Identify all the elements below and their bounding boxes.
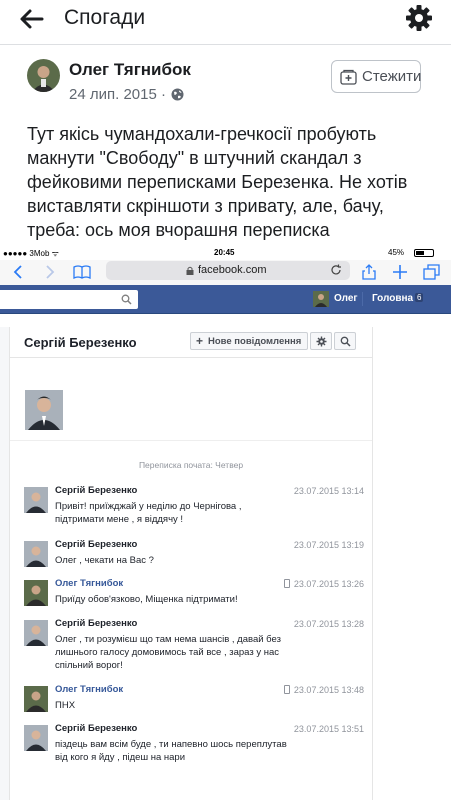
message-line: Привіт! приїжджай у неділю до Чернігова … bbox=[55, 501, 242, 512]
message-time-text: 23.07.2015 13:26 bbox=[293, 579, 364, 589]
message-line: підтримати мене , я віддячу ! bbox=[55, 514, 184, 525]
reload-icon[interactable] bbox=[330, 264, 342, 276]
contact-avatar[interactable] bbox=[25, 390, 63, 430]
sender-name[interactable]: Олег Тягнибок bbox=[55, 578, 123, 589]
new-tab-icon[interactable] bbox=[391, 264, 409, 280]
post-text-line: макнути "Свободу" в штучний скандал з bbox=[27, 148, 362, 168]
message-text: Олег , чекати на Вас ? bbox=[55, 554, 325, 567]
message-text: Приїду обов'язково, Міщенка підтримати! bbox=[55, 593, 325, 606]
message-text: Олег , ти розумієш що там нема шансів , … bbox=[55, 633, 325, 672]
lock-icon bbox=[186, 266, 194, 275]
message-time: 23.07.2015 13:26 bbox=[283, 579, 364, 589]
post-text: Тут якісь чумандохали-гречкосії пробують… bbox=[27, 122, 437, 242]
battery-icon bbox=[414, 249, 434, 257]
search-icon bbox=[340, 336, 351, 347]
panel-divider bbox=[10, 440, 372, 441]
app-header: Спогади bbox=[0, 0, 451, 40]
post-author[interactable]: Олег Тягнибок bbox=[69, 60, 191, 80]
conversation-title[interactable]: Сергій Березенко bbox=[24, 335, 137, 350]
message-text: піздець вам всім буде , ти напевно шось … bbox=[55, 738, 325, 764]
bluebar-divider bbox=[362, 292, 363, 306]
post-photo[interactable]: ●●●●● 3Mob ᯤ 20:45 45% facebook.com Олег… bbox=[0, 247, 451, 800]
new-message-button[interactable]: + Нове повідомлення bbox=[190, 332, 308, 350]
page-title: Спогади bbox=[64, 6, 146, 29]
message-line: спільний ворог! bbox=[55, 660, 123, 671]
message-time: 23.07.2015 13:14 bbox=[293, 486, 364, 496]
post-text-line: треба: ось моя вчорашня переписка bbox=[27, 220, 330, 240]
message-time-text: 23.07.2015 13:48 bbox=[293, 685, 364, 695]
mobile-icon bbox=[283, 579, 290, 588]
sender-name[interactable]: Олег Тягнибок bbox=[55, 684, 123, 695]
carrier-label: ●●●●● 3Mob ᯤ bbox=[3, 249, 59, 258]
ios-status-bar: ●●●●● 3Mob ᯤ 20:45 45% bbox=[0, 247, 451, 260]
tabs-icon[interactable] bbox=[423, 264, 441, 280]
sender-name[interactable]: Сергій Березенко bbox=[55, 539, 137, 550]
back-arrow-icon[interactable] bbox=[18, 6, 44, 32]
message-time: 23.07.2015 13:28 bbox=[293, 619, 364, 629]
safari-forward-icon[interactable] bbox=[40, 264, 58, 280]
address-bar[interactable]: facebook.com bbox=[106, 261, 350, 280]
message-line: Приїду обов'язково, Міщенка підтримати! bbox=[55, 594, 238, 605]
message-line: лишнього галосу домовимось тай все , зар… bbox=[55, 647, 280, 658]
facebook-search-input[interactable] bbox=[0, 290, 138, 309]
message-time: 23.07.2015 13:51 bbox=[293, 724, 364, 734]
follow-label: Стежити bbox=[362, 68, 422, 85]
bookmarks-icon[interactable] bbox=[73, 264, 91, 280]
user-avatar[interactable] bbox=[313, 291, 329, 307]
conversation-start-label: Переписка почата: Четвер bbox=[138, 460, 244, 470]
post-text-line: виставляти скріншоти з привату, але, бач… bbox=[27, 196, 384, 216]
small-gear-icon bbox=[316, 336, 327, 347]
profile-link[interactable]: Олег bbox=[334, 293, 358, 304]
home-count-badge: 6 bbox=[415, 293, 424, 302]
header-divider bbox=[0, 44, 451, 45]
search-icon bbox=[121, 294, 132, 305]
mobile-icon bbox=[283, 685, 290, 694]
message-text: ПНХ bbox=[55, 699, 325, 712]
conversation-panel: Сергій Березенко + Нове повідомлення Пер… bbox=[9, 327, 373, 800]
post-text-line: фейковими переписками Березенка. Не хоті… bbox=[27, 172, 408, 192]
sender-avatar[interactable] bbox=[24, 487, 48, 513]
message-line: ПНХ bbox=[55, 700, 76, 711]
conversation-search-button[interactable] bbox=[334, 332, 356, 350]
post-date[interactable]: 24 лип. 2015 · bbox=[69, 86, 166, 103]
safari-back-icon[interactable] bbox=[10, 264, 28, 280]
follow-button[interactable]: Стежити bbox=[331, 60, 421, 93]
message-line: Олег , ти розумієш що там нема шансів , … bbox=[55, 634, 281, 645]
message-text: Привіт! приїжджай у неділю до Чернігова … bbox=[55, 500, 325, 526]
left-column bbox=[0, 327, 9, 800]
sender-name[interactable]: Сергій Березенко bbox=[55, 723, 137, 734]
status-time: 20:45 bbox=[214, 248, 235, 257]
panel-divider bbox=[10, 357, 372, 358]
plus-icon: + bbox=[196, 334, 204, 348]
sender-avatar[interactable] bbox=[24, 686, 48, 712]
follow-icon bbox=[340, 69, 357, 85]
home-link[interactable]: Головна bbox=[372, 293, 413, 304]
globe-icon bbox=[171, 88, 184, 101]
facebook-bluebar: Олег Головна 6 bbox=[0, 285, 451, 314]
share-icon[interactable] bbox=[360, 264, 378, 280]
sender-name[interactable]: Сергій Березенко bbox=[55, 485, 137, 496]
message-time: 23.07.2015 13:19 bbox=[293, 540, 364, 550]
sender-avatar[interactable] bbox=[24, 580, 48, 606]
sender-avatar[interactable] bbox=[24, 541, 48, 567]
sender-avatar[interactable] bbox=[24, 620, 48, 646]
message-line: піздець вам всім буде , ти напевно шось … bbox=[55, 739, 287, 750]
message-line: Олег , чекати на Вас ? bbox=[55, 555, 154, 566]
conversation-settings-button[interactable] bbox=[310, 332, 332, 350]
battery-percent: 45% bbox=[388, 248, 405, 257]
sender-avatar[interactable] bbox=[24, 725, 48, 751]
sender-name[interactable]: Сергій Березенко bbox=[55, 618, 137, 629]
message-time: 23.07.2015 13:48 bbox=[283, 685, 364, 695]
message-line: від кого я йду , підеш на нари bbox=[55, 752, 185, 763]
author-avatar[interactable] bbox=[27, 59, 60, 92]
gear-icon[interactable] bbox=[404, 3, 434, 33]
post-text-line: Тут якісь чумандохали-гречкосії пробують bbox=[27, 124, 377, 144]
new-message-label: Нове повідомлення bbox=[208, 336, 302, 347]
url-text: facebook.com bbox=[198, 264, 267, 276]
